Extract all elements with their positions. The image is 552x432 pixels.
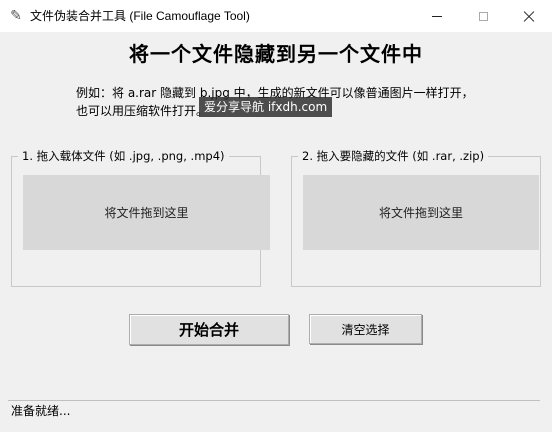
title-bar[interactable]: ✎ 文件伪装合并工具 (File Camouflage Tool) [0, 0, 552, 32]
hidden-file-group: 2. 拖入要隐藏的文件 (如 .rar, .zip) 将文件拖到这里 [291, 148, 541, 287]
carrier-file-group: 1. 拖入载体文件 (如 .jpg, .png, .mp4) 将文件拖到这里 [11, 148, 270, 287]
hidden-group-title: 2. 拖入要隐藏的文件 (如 .rar, .zip) [298, 148, 489, 164]
clear-selection-button[interactable]: 清空选择 [309, 314, 422, 344]
maximize-icon [478, 11, 488, 21]
carrier-drop-hint: 将文件拖到这里 [104, 206, 189, 220]
start-merge-button[interactable]: 开始合并 [129, 314, 289, 345]
hidden-drop-hint: 将文件拖到这里 [378, 206, 463, 220]
feather-icon: ✎ [10, 8, 22, 24]
close-icon [522, 9, 536, 23]
window-title: 文件伪装合并工具 (File Camouflage Tool) [30, 9, 250, 23]
app-window: ✎ 文件伪装合并工具 (File Camouflage Tool) 将一个文件隐… [0, 0, 552, 432]
minimize-button[interactable] [414, 0, 460, 32]
maximize-button[interactable] [460, 0, 506, 32]
watermark-overlay: 爱分享导航 ifxdh.com [199, 97, 333, 117]
carrier-drop-zone[interactable]: 将文件拖到这里 [23, 175, 270, 250]
page-title: 将一个文件隐藏到另一个文件中 [129, 42, 423, 66]
hidden-drop-zone[interactable]: 将文件拖到这里 [303, 175, 539, 250]
status-separator [8, 400, 540, 401]
close-button[interactable] [506, 0, 552, 32]
carrier-group-title: 1. 拖入载体文件 (如 .jpg, .png, .mp4) [18, 148, 229, 164]
status-bar-text: 准备就绪... [11, 404, 71, 418]
minimize-icon [432, 15, 442, 17]
